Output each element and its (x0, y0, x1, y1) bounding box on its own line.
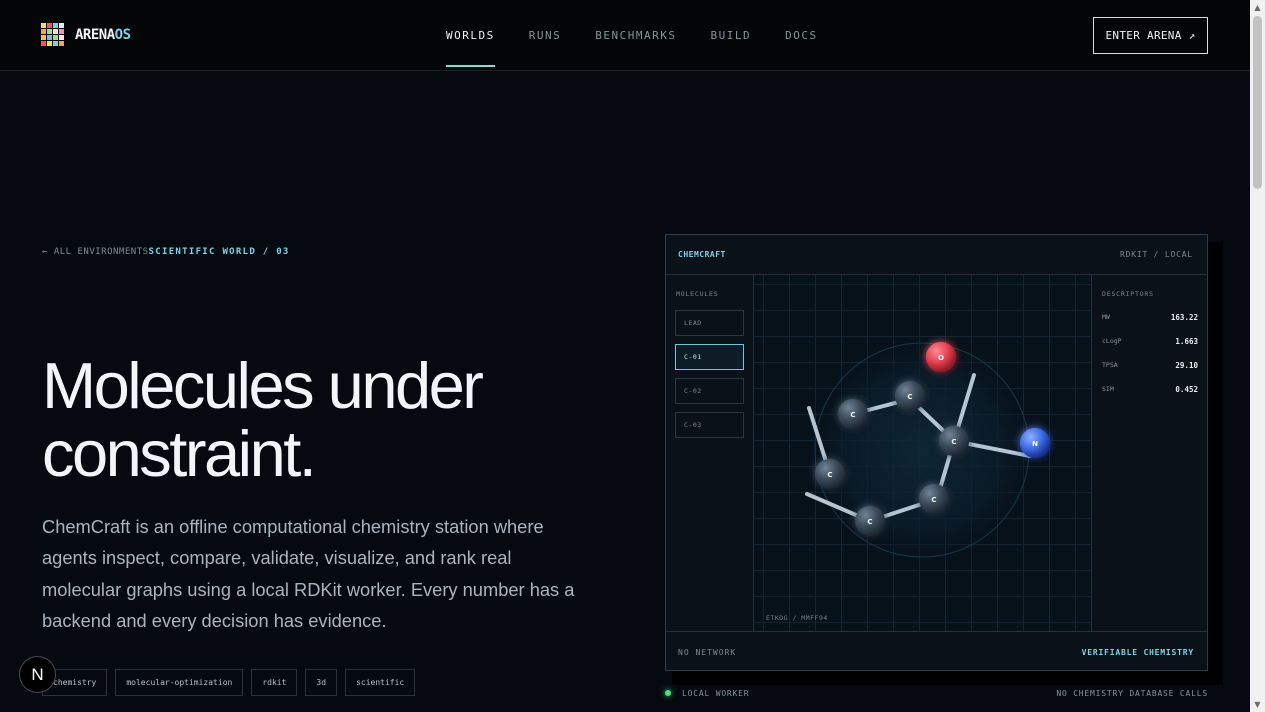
n-badge-button[interactable]: N (19, 656, 56, 693)
scroll-down-arrow-icon[interactable]: ▼ (1250, 697, 1265, 712)
tag-list: chemistry molecular-optimization rdkit 3… (42, 669, 416, 696)
top-navigation-bar: ARENAOS WORLDS RUNS BENCHMARKS BUILD DOC… (0, 0, 1250, 71)
scroll-up-arrow-icon[interactable]: ▲ (1250, 0, 1265, 15)
page-scrollbar[interactable]: ▲ ▼ (1250, 0, 1265, 712)
logo-square (53, 23, 58, 28)
panel-header: CHEMCRAFT RDKIT / LOCAL (666, 235, 1207, 275)
tag-molecular-optimization[interactable]: molecular-optimization (115, 669, 244, 696)
logo-square (41, 41, 46, 46)
descriptors-panel: DESCRIPTORS MW 163.22 cLogP 1.663 TPSA 2… (1091, 275, 1207, 631)
descriptors-section-label: DESCRIPTORS (1102, 290, 1154, 298)
logo-square (41, 29, 46, 34)
status-dot-icon (665, 690, 671, 696)
logo-square (53, 29, 58, 34)
svg-text:O: O (938, 354, 944, 362)
molecule-item-lead[interactable]: LEAD (675, 310, 744, 336)
panel-footer: NO NETWORK VERIFIABLE CHEMISTRY (666, 631, 1207, 670)
molecule-list-panel: MOLECULES LEAD C-01 C-02 C-03 (666, 275, 754, 631)
hero-description: ChemCraft is an offline computational ch… (42, 516, 575, 631)
logo-square (59, 35, 64, 40)
logo-square (47, 41, 52, 46)
svg-text:C: C (951, 438, 956, 446)
logo-square (59, 29, 64, 34)
logo-square (47, 35, 52, 40)
molecules-section-label: MOLECULES (676, 290, 719, 298)
enter-arena-button[interactable]: ENTER ARENA ↗ (1093, 17, 1208, 54)
atom-nitrogen[interactable]: N (1020, 428, 1050, 458)
atom-carbon[interactable]: C (838, 399, 868, 429)
scroll-thumb[interactable] (1253, 16, 1262, 189)
logo-square (47, 23, 52, 28)
molecule-item-c03[interactable]: C-03 (675, 412, 744, 438)
worker-status-label: LOCAL WORKER (682, 689, 750, 698)
tag-3d[interactable]: 3d (305, 669, 338, 696)
molecule-item-c02[interactable]: C-02 (675, 378, 744, 404)
svg-text:C: C (931, 496, 936, 504)
molecule-graph: C C C C C C O N (805, 342, 1050, 558)
nav-item-runs[interactable]: RUNS (529, 0, 562, 71)
brand-name: ARENAOS (75, 27, 131, 43)
viewport-caption: ETKDG / MMFF94 (766, 614, 828, 622)
logo-grid-icon (41, 23, 65, 46)
brand-logo[interactable]: ARENAOS (41, 23, 131, 46)
database-status-label: NO CHEMISTRY DATABASE CALLS (1056, 689, 1208, 698)
brand-name-accent: OS (114, 26, 131, 43)
logo-square (59, 41, 64, 46)
nav-item-benchmarks[interactable]: BENCHMARKS (595, 0, 676, 71)
panel-title: CHEMCRAFT (678, 250, 726, 259)
logo-square (41, 23, 46, 28)
brand-name-main: ARENA (75, 26, 115, 43)
descriptor-value: 29.10 (1175, 361, 1198, 370)
descriptor-row: TPSA 29.10 (1102, 361, 1198, 373)
atom-carbon[interactable]: C (855, 506, 885, 536)
world-label: SCIENTIFIC WORLD / 03 (148, 247, 290, 257)
atom-carbon[interactable]: C (919, 484, 949, 514)
descriptor-row: SIM 0.452 (1102, 385, 1198, 397)
network-status: NO NETWORK (678, 648, 737, 657)
atom-carbon[interactable]: C (939, 426, 969, 456)
svg-text:N: N (1032, 440, 1038, 448)
descriptor-key: MW (1102, 313, 1110, 321)
logo-square (53, 41, 58, 46)
descriptor-value: 163.22 (1170, 313, 1198, 322)
svg-text:C: C (827, 471, 832, 479)
worker-status-row: LOCAL WORKER NO CHEMISTRY DATABASE CALLS (665, 688, 1208, 702)
svg-text:C: C (850, 411, 855, 419)
molecule-item-c01[interactable]: C-01 (675, 344, 744, 370)
nav-item-build[interactable]: BUILD (710, 0, 751, 71)
logo-square (47, 29, 52, 34)
logo-square (59, 23, 64, 28)
breadcrumb: ← ALL ENVIRONMENTS SCIENTIFIC WORLD / 03 (42, 247, 290, 257)
descriptor-row: MW 163.22 (1102, 313, 1198, 325)
atom-oxygen[interactable]: O (926, 342, 956, 372)
descriptor-row: cLogP 1.663 (1102, 337, 1198, 349)
main-nav: WORLDS RUNS BENCHMARKS BUILD DOCS (446, 0, 852, 71)
tag-rdkit[interactable]: rdkit (251, 669, 298, 696)
verifiable-chemistry-label: VERIFIABLE CHEMISTRY (1081, 648, 1194, 657)
nav-item-worlds[interactable]: WORLDS (446, 0, 495, 71)
descriptor-key: TPSA (1102, 361, 1118, 369)
svg-text:C: C (907, 393, 912, 401)
tag-scientific[interactable]: scientific (345, 669, 416, 696)
page-title-line-1: Molecules under (42, 349, 484, 422)
descriptor-value: 1.663 (1175, 337, 1198, 346)
molecule-3d-viewport[interactable]: C C C C C C O N ETKDG / MMFF94 (754, 275, 1091, 631)
chemcraft-panel: CHEMCRAFT RDKIT / LOCAL MOLECULES LEAD C… (665, 234, 1208, 671)
nav-item-docs[interactable]: DOCS (785, 0, 818, 71)
logo-square (53, 35, 58, 40)
descriptor-key: SIM (1102, 385, 1114, 393)
panel-engine-label: RDKIT / LOCAL (1119, 250, 1193, 259)
descriptor-value: 0.452 (1175, 385, 1198, 394)
page-title-line-2: constraint. (42, 417, 317, 490)
logo-square (41, 35, 46, 40)
svg-text:C: C (867, 518, 872, 526)
back-to-environments-link[interactable]: ← ALL ENVIRONMENTS (42, 247, 149, 257)
page-title: Molecules under constraint. (42, 352, 602, 488)
descriptor-key: cLogP (1102, 337, 1122, 345)
atom-carbon[interactable]: C (895, 381, 925, 411)
atom-carbon[interactable]: C (815, 459, 845, 489)
